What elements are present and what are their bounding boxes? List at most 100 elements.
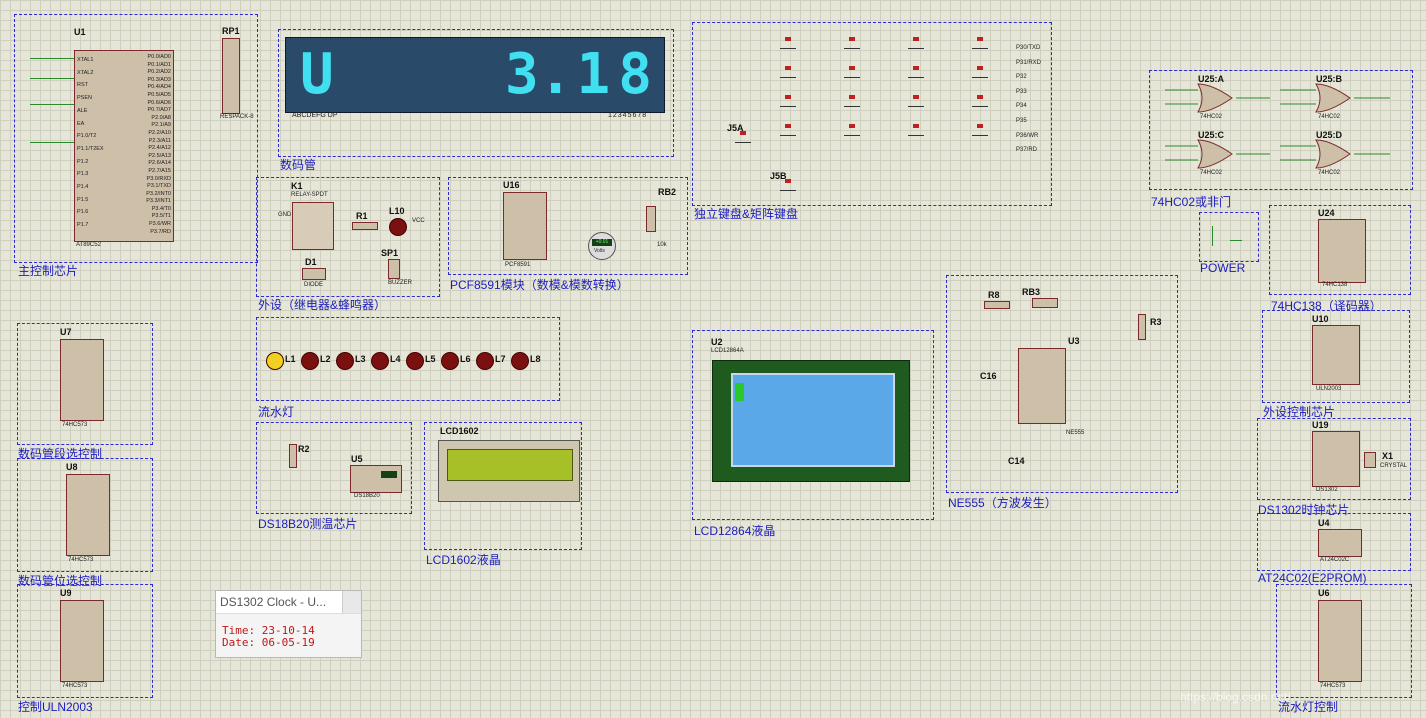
seven-seg-digit <box>338 42 380 108</box>
caption-u9: 控制ULN2003 <box>18 700 93 714</box>
k1-relay[interactable] <box>292 202 334 250</box>
rb2-value: 10k <box>657 242 667 248</box>
u9-part: 74HC573 <box>62 683 88 689</box>
matrix-key[interactable] <box>972 37 988 49</box>
flow-led[interactable] <box>301 352 319 370</box>
sp1-part: BUZZER <box>388 280 412 286</box>
key-row-label: P33 <box>1016 88 1027 95</box>
u4-chip[interactable] <box>1318 529 1362 557</box>
matrix-key[interactable] <box>844 37 860 49</box>
rb3-pot[interactable] <box>1032 298 1058 308</box>
u2-ref: U2 <box>711 337 723 347</box>
u8-chip[interactable] <box>66 474 110 556</box>
u19-ref: U19 <box>1312 420 1329 430</box>
key-row-label: P32 <box>1016 74 1027 81</box>
u10-ref: U10 <box>1312 314 1329 324</box>
matrix-key[interactable] <box>844 66 860 78</box>
lcd12864-module[interactable] <box>712 360 910 482</box>
flow-led[interactable] <box>476 352 494 370</box>
flow-led[interactable] <box>406 352 424 370</box>
seven-seg-digit: U <box>300 42 334 107</box>
date-value: 06-05-19 <box>261 636 315 649</box>
ds1302-clock-window[interactable]: DS1302 Clock - U... Time: 23-10-14 Date:… <box>215 590 362 658</box>
u1-wire-c <box>30 104 74 105</box>
power-gnd-icon <box>1230 240 1242 241</box>
u10-part: ULN2003 <box>1316 386 1342 392</box>
matrix-key[interactable] <box>972 124 988 136</box>
seven-seg-digits: U 3. 1 8 <box>296 42 656 108</box>
u16-chip[interactable] <box>503 192 547 260</box>
flow-led[interactable] <box>266 352 284 370</box>
flow-led[interactable] <box>511 352 529 370</box>
u3-chip[interactable] <box>1018 348 1066 424</box>
r3-ref: R3 <box>1150 317 1162 327</box>
j5a-switch[interactable] <box>735 131 751 143</box>
ds1302-close-button[interactable] <box>342 591 361 613</box>
sp1-ref: SP1 <box>381 248 399 258</box>
u5-display <box>381 471 397 478</box>
lcd1602-module[interactable] <box>438 440 580 502</box>
r1-ref: R1 <box>356 211 368 221</box>
matrix-key[interactable] <box>908 124 924 136</box>
u24-part: 74HC138 <box>1322 282 1348 288</box>
flow-led[interactable] <box>336 352 354 370</box>
flow-led-row: L1 L2 L3 L4 L5 L6 L7 L8 <box>262 350 552 380</box>
x1-part: CRYSTAL <box>1380 463 1408 469</box>
u8-ref: U8 <box>66 462 78 472</box>
seven-seg-digit-labels: 12345678 <box>608 112 648 119</box>
flow-led[interactable] <box>371 352 389 370</box>
u9-chip[interactable] <box>60 600 104 682</box>
u9-ref: U9 <box>60 588 72 598</box>
u10-chip[interactable] <box>1312 325 1360 385</box>
seven-seg-digit <box>421 42 463 108</box>
flow-led-label: L7 <box>495 354 506 364</box>
power-vcc-icon <box>1212 226 1213 246</box>
matrix-key[interactable] <box>780 66 796 78</box>
caption-decoder: 74HC138（译码器） <box>1271 299 1382 313</box>
u6-chip[interactable] <box>1318 600 1362 682</box>
u3-part: NE555 <box>1066 430 1085 436</box>
l10-led[interactable] <box>389 218 407 236</box>
caption-flow: 流水灯 <box>258 405 295 419</box>
r1-resistor <box>352 222 378 230</box>
flow-led[interactable] <box>441 352 459 370</box>
flow-led-label: L1 <box>285 354 296 364</box>
matrix-key[interactable] <box>908 95 924 107</box>
rb2-pot[interactable] <box>646 206 656 232</box>
matrix-key[interactable] <box>972 95 988 107</box>
matrix-key[interactable] <box>780 95 796 107</box>
matrix-key[interactable] <box>908 66 924 78</box>
k1-part: RELAY-SPDT <box>291 192 328 198</box>
u1-right-pin: P0.2/AD2 <box>147 69 171 76</box>
u4-ref: U4 <box>1318 518 1330 528</box>
seven-seg-digit <box>463 42 505 108</box>
u4-part: AT24C02C <box>1320 557 1350 563</box>
r3-resistor <box>1138 314 1146 340</box>
caption-power: POWER <box>1200 261 1246 275</box>
ds1302-clock-titlebar[interactable]: DS1302 Clock - U... <box>216 591 361 614</box>
caption-pcf: PCF8591模块（数模&模数转换） <box>450 278 629 292</box>
j5b-switch[interactable] <box>780 179 796 191</box>
matrix-key[interactable] <box>844 124 860 136</box>
seven-seg-display[interactable]: U 3. 1 8 <box>285 37 665 113</box>
rb2-ref: RB2 <box>658 187 677 197</box>
matrix-key[interactable] <box>780 124 796 136</box>
sp1-buzzer[interactable] <box>388 259 400 279</box>
u24-chip[interactable] <box>1318 219 1366 283</box>
k1-ref: K1 <box>291 181 303 191</box>
u5-chip[interactable] <box>350 465 402 493</box>
u1-left-pins: XTAL1 XTAL2 RST PSEN ALE EA P1.0/T2 P1.1/T2EX P1… <box>77 54 104 232</box>
hc02-label-c: 74HC02 <box>1200 170 1223 176</box>
caption-u7: 数码管段选控制 <box>18 447 103 461</box>
u1-chip[interactable]: XTAL1 XTAL2 RST PSEN ALE EA P1.0/T2 P1.1/T2EX P1… <box>74 50 174 242</box>
u7-chip[interactable] <box>60 339 104 421</box>
r8-resistor <box>984 301 1010 309</box>
matrix-key[interactable] <box>780 37 796 49</box>
caption-keys: 独立键盘&矩阵键盘 <box>694 207 799 221</box>
matrix-key[interactable] <box>908 37 924 49</box>
u1-left-pin: P1.1/T2EX <box>77 145 104 152</box>
hc02-label-a: 74HC02 <box>1200 114 1223 120</box>
matrix-key[interactable] <box>844 95 860 107</box>
u19-chip[interactable] <box>1312 431 1360 487</box>
matrix-key[interactable] <box>972 66 988 78</box>
